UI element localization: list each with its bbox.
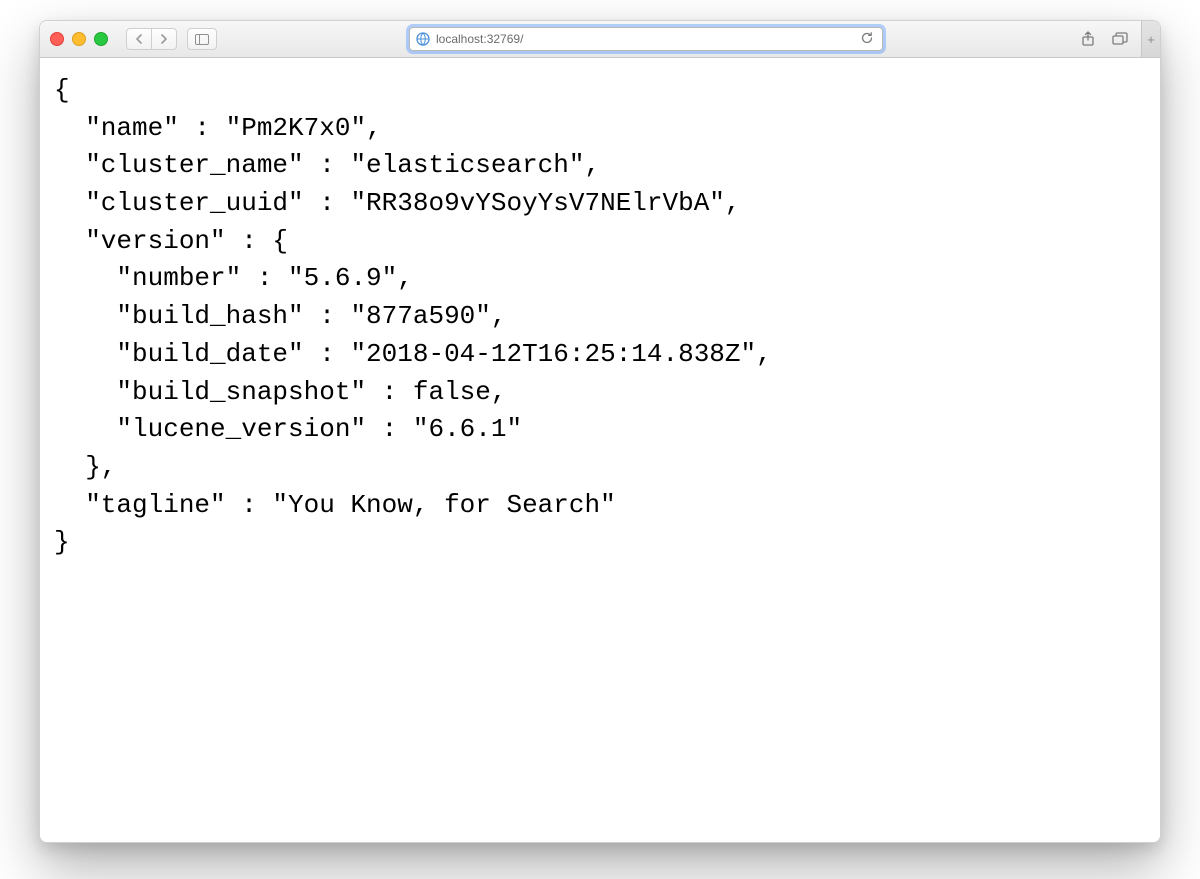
json-response-body: { "name" : "Pm2K7x0", "cluster_name" : "… — [54, 72, 1150, 562]
zoom-window-button[interactable] — [94, 32, 108, 46]
nav-buttons — [126, 28, 217, 50]
plus-icon: + — [1147, 32, 1155, 47]
address-bar[interactable]: localhost:32769/ — [409, 27, 883, 51]
share-button[interactable] — [1075, 29, 1101, 49]
chevron-left-icon — [135, 34, 143, 44]
browser-toolbar: localhost:32769/ + — [40, 21, 1160, 58]
page-content: { "name" : "Pm2K7x0", "cluster_name" : "… — [40, 58, 1160, 842]
toolbar-right — [1075, 29, 1133, 49]
sidebar-icon — [195, 34, 209, 45]
sidebar-toggle-button[interactable] — [187, 28, 217, 50]
address-text: localhost:32769/ — [436, 32, 523, 46]
browser-window: localhost:32769/ + — [39, 20, 1161, 843]
reload-icon[interactable] — [860, 31, 874, 45]
window-controls — [50, 32, 108, 46]
tabs-button[interactable] — [1107, 29, 1133, 49]
tabs-icon — [1112, 32, 1128, 46]
minimize-window-button[interactable] — [72, 32, 86, 46]
new-tab-button[interactable]: + — [1141, 21, 1160, 57]
close-window-button[interactable] — [50, 32, 64, 46]
share-icon — [1081, 31, 1095, 47]
back-button[interactable] — [126, 28, 152, 50]
chevron-right-icon — [160, 34, 168, 44]
site-icon — [416, 32, 430, 46]
forward-button[interactable] — [151, 28, 177, 50]
